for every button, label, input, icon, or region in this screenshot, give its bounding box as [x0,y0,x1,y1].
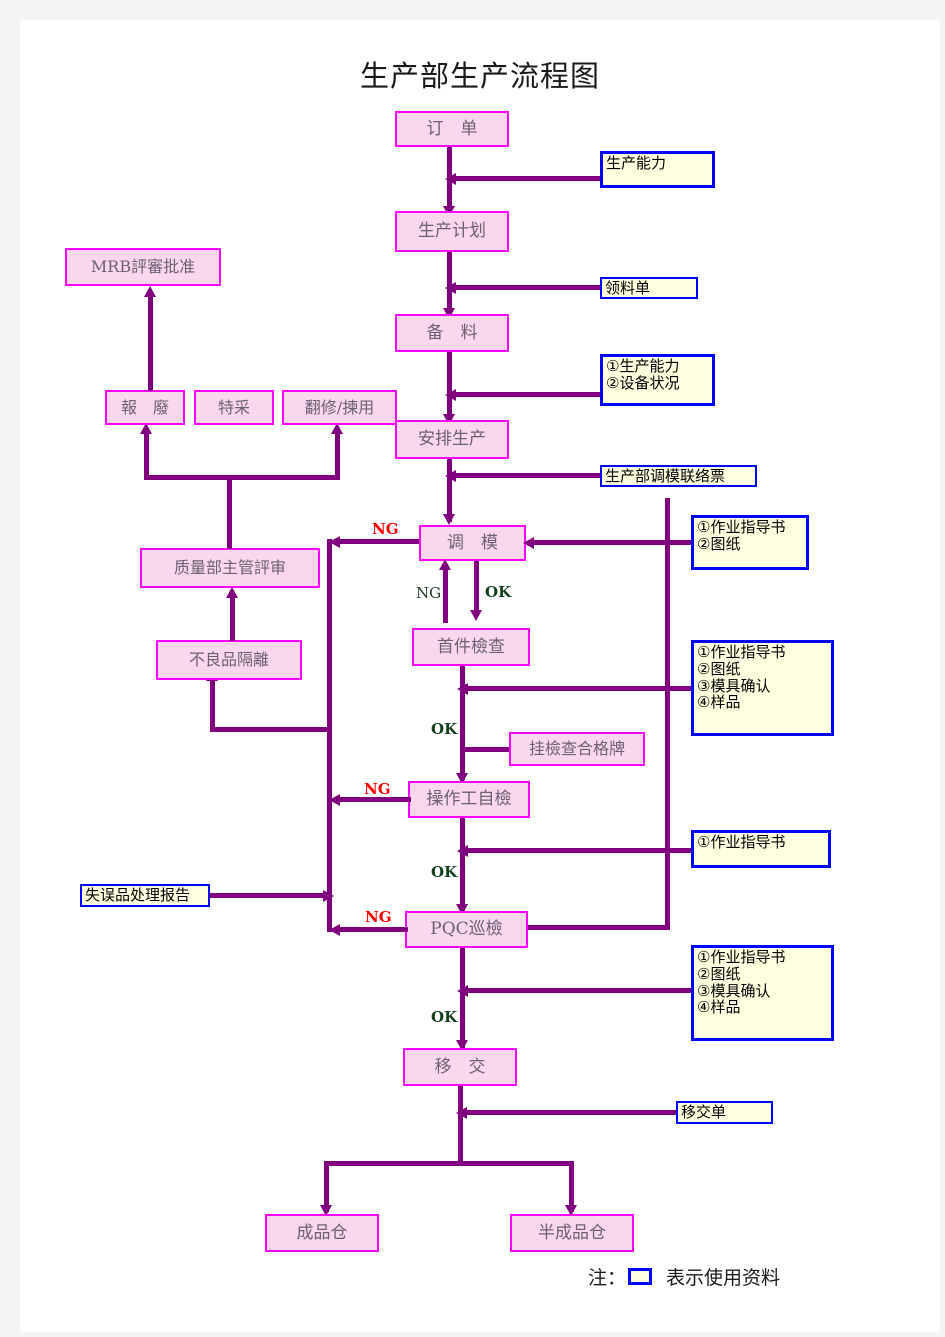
connector-mold-ng-horizontal [337,539,419,544]
arrowhead-pqc-note-branch [457,985,468,997]
process-box-transfer[interactable]: 移 交 [403,1048,517,1086]
process-box-operator-self-check[interactable]: 操作工自檢 [408,781,530,818]
arrowhead-transfer-sheet [456,1107,467,1119]
connector-first-article-note-branch [465,686,691,691]
note-box-wi-only[interactable]: ①作业指导书 [691,830,831,868]
edge-label-ok-under-mold: OK [485,583,512,601]
connector-first-article-ng-up [443,569,448,623]
edge-label-ng-under-mold: NG [416,584,442,602]
arrowhead-first-article-note-branch [457,683,468,695]
connector-to-rework [335,433,340,478]
process-box-semi-finished-warehouse[interactable]: 半成品仓 [510,1214,634,1252]
connector-pqc-note-branch [465,988,691,993]
connector-transfer-down [458,1086,463,1161]
arrowhead-first-article-ng-up [439,559,451,570]
connector-left-trunk-vertical [327,539,332,932]
note-box-transfer-sheet[interactable]: 移交单 [676,1101,773,1124]
process-box-hang-pass-tag[interactable]: 挂檢查合格牌 [509,732,645,766]
page-title: 生产部生产流程图 [359,59,600,93]
process-box-arrange-production[interactable]: 安排生产 [395,420,509,459]
process-box-finished-goods-warehouse[interactable]: 成品仓 [265,1214,379,1252]
arrowhead-capacity-equipment-note [445,389,456,401]
connector-pqc-to-transfer [460,948,465,1048]
process-box-adjust-mold[interactable]: 调 模 [419,525,526,561]
connector-pqc-to-right-trunk [528,925,670,930]
note-box-wi-drawing[interactable]: ①作业指导书 ②图纸 [691,515,809,570]
connector-wi-only-branch [465,848,691,853]
legend-note-box-swatch [628,1268,653,1285]
process-box-special-accept[interactable]: 特采 [194,390,274,425]
connector-warehouse-split-bar [324,1161,574,1166]
arrowhead-mold-wi-branch [523,537,534,549]
arrowhead-mold-ok-down [470,610,482,621]
connector-mold-contact-note [452,473,600,478]
flowchart-page: 生产部生产流程图 订 单 生产能力 生产计划 领料单 备 料 ①生产能力 ②设备… [20,20,940,1332]
connector-operator-to-pqc [460,818,465,913]
process-box-scrap[interactable]: 報 廢 [105,390,185,425]
note-box-mold-change-contact[interactable]: 生产部调模联络票 [600,465,757,487]
connector-quality-review-up [227,475,232,549]
connector-defect-to-quality-review [230,597,235,641]
connector-arrange-to-mold [447,459,452,522]
process-box-quality-supervisor-review[interactable]: 质量部主管評审 [140,548,320,588]
edge-label-ok-first-article: OK [431,720,458,738]
note-box-error-product-report[interactable]: 失误品处理报告 [80,884,210,907]
note-box-wi-drawing-mold-sample-a[interactable]: ①作业指导书 ②图纸 ③模具确认 ④样品 [691,640,834,736]
connector-hang-tag [465,747,512,752]
connector-trunk-to-defect-isolation-vertical [210,680,215,732]
connector-disposition-split-bar [144,475,340,480]
connector-error-report-to-trunk [210,893,328,898]
edge-label-ng-adjust-mold: NG [372,520,399,538]
edge-label-ng-operator: NG [364,780,391,798]
flowchart-canvas: 生产部生产流程图 订 单 生产能力 生产计划 领料单 备 料 ①生产能力 ②设备… [20,20,940,1332]
connector-mold-ok-down [474,561,479,616]
connector-capacity-note [452,176,600,181]
connector-pqc-ng-horizontal [337,927,408,932]
edge-label-ng-pqc: NG [365,908,392,926]
connector-scrap-to-mrb [148,296,153,391]
note-box-material-requisition[interactable]: 领料单 [600,277,698,299]
note-box-capacity[interactable]: 生产能力 [600,151,715,188]
arrowhead-defect-to-quality-review [226,587,238,598]
process-box-production-plan[interactable]: 生产计划 [395,211,509,252]
process-box-order[interactable]: 订 单 [395,111,509,147]
process-box-prepare-material[interactable]: 备 料 [395,314,509,352]
process-box-rework-select[interactable]: 翻修/揀用 [282,390,397,425]
note-box-wi-drawing-mold-sample-b[interactable]: ①作业指导书 ②图纸 ③模具确认 ④样品 [691,945,834,1041]
connector-capacity-equipment-note [452,392,600,397]
process-box-first-article-inspection[interactable]: 首件檢查 [412,628,530,666]
note-box-capacity-equipment[interactable]: ①生产能力 ②设备状况 [600,354,715,406]
edge-label-ok-operator: OK [431,863,458,881]
connector-transfer-sheet-horizontal [463,1110,676,1115]
arrowhead-mold-contact-note [445,470,456,482]
legend-prefix: 注： [588,1267,627,1289]
edge-label-ok-pqc: OK [431,1008,458,1026]
process-box-defect-isolation[interactable]: 不良品隔離 [156,640,302,680]
connector-requisition-note [452,285,600,290]
arrowhead-arrange-to-mold [443,514,455,525]
process-box-pqc-patrol[interactable]: PQC巡檢 [405,911,528,948]
arrowhead-wi-only-branch [457,845,468,857]
arrowhead-requisition-note [445,282,456,294]
arrowhead-capacity-note [445,173,456,185]
connector-material-to-arrange [447,352,452,420]
legend: 注： 表示使用资料 [588,1263,780,1290]
legend-text: 表示使用资料 [666,1267,781,1289]
process-box-mrb-review-approval[interactable]: MRB評審批准 [65,248,221,286]
connector-trunk-to-defect-isolation-horizontal [210,727,332,732]
connector-to-scrap [144,433,149,478]
connector-right-trunk-vertical [665,498,670,930]
arrowhead-scrap-to-mrb [144,286,156,297]
